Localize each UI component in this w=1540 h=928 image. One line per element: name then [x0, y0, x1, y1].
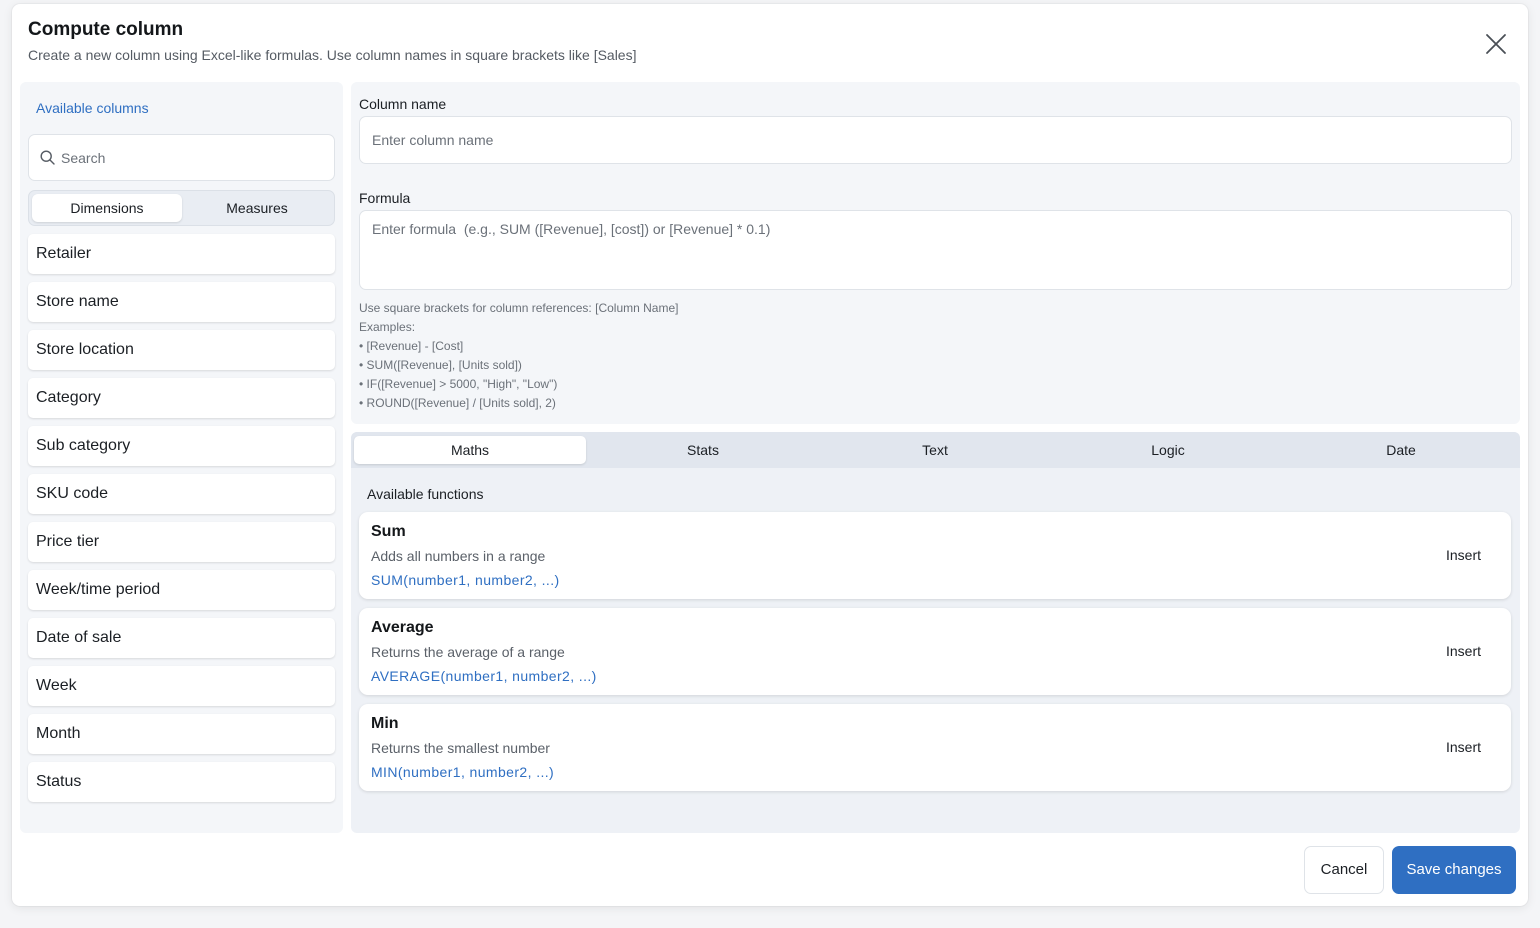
column-item-status[interactable]: Status: [28, 762, 335, 802]
function-card-sum: Sum Adds all numbers in a range SUM(numb…: [359, 512, 1511, 599]
function-description: Adds all numbers in a range: [371, 548, 546, 564]
column-item-week-time-period[interactable]: Week/time period: [28, 570, 335, 610]
segment-dimensions[interactable]: Dimensions: [32, 194, 182, 222]
function-name: Average: [371, 619, 434, 636]
close-button[interactable]: [1482, 30, 1510, 58]
help-line: Use square brackets for column reference…: [359, 301, 679, 315]
function-card-min: Min Returns the smallest number MIN(numb…: [359, 704, 1511, 791]
column-item-date-of-sale[interactable]: Date of sale: [28, 618, 335, 658]
function-syntax: AVERAGE(number1, number2, ...): [371, 668, 597, 684]
help-line: • IF([Revenue] > 5000, "High", "Low"): [359, 377, 558, 391]
insert-min-button[interactable]: Insert: [1446, 739, 1481, 755]
function-category-tabs: Maths Stats Text Logic Date: [351, 432, 1520, 468]
search-box: [28, 134, 335, 181]
column-name-label: Column name: [359, 96, 447, 112]
tab-stats[interactable]: Stats: [587, 436, 819, 464]
column-item-retailer[interactable]: Retailer: [28, 234, 335, 274]
column-name-input[interactable]: [360, 117, 1511, 163]
help-line: • ROUND([Revenue] / [Units sold], 2): [359, 396, 556, 410]
column-item-store-location[interactable]: Store location: [28, 330, 335, 370]
search-input[interactable]: [61, 135, 321, 180]
function-description: Returns the smallest number: [371, 740, 550, 756]
column-item-month[interactable]: Month: [28, 714, 335, 754]
column-list: Retailer Store name Store location Categ…: [28, 234, 335, 810]
function-description: Returns the average of a range: [371, 644, 565, 660]
tab-date[interactable]: Date: [1285, 436, 1517, 464]
column-item-sub-category[interactable]: Sub category: [28, 426, 335, 466]
functions-panel: Maths Stats Text Logic Date Available fu…: [351, 432, 1520, 833]
close-icon: [1486, 34, 1506, 54]
column-item-store-name[interactable]: Store name: [28, 282, 335, 322]
dialog-subtitle: Create a new column using Excel-like for…: [28, 47, 637, 63]
save-changes-button[interactable]: Save changes: [1392, 846, 1516, 894]
tab-text[interactable]: Text: [819, 436, 1051, 464]
help-line: • SUM([Revenue], [Units sold]): [359, 358, 522, 372]
cancel-button[interactable]: Cancel: [1304, 846, 1384, 894]
function-name: Sum: [371, 523, 406, 540]
available-columns-title: Available columns: [36, 100, 149, 116]
segment-measures[interactable]: Measures: [182, 194, 332, 222]
search-icon: [40, 150, 55, 165]
column-type-toggle: Dimensions Measures: [28, 190, 335, 226]
available-functions-title: Available functions: [367, 486, 484, 502]
formula-field: [359, 210, 1512, 290]
column-item-category[interactable]: Category: [28, 378, 335, 418]
column-item-price-tier[interactable]: Price tier: [28, 522, 335, 562]
formula-form-panel: Column name Formula Use square brackets …: [351, 82, 1520, 424]
tab-logic[interactable]: Logic: [1052, 436, 1284, 464]
insert-average-button[interactable]: Insert: [1446, 643, 1481, 659]
function-name: Min: [371, 715, 399, 732]
column-item-week[interactable]: Week: [28, 666, 335, 706]
formula-input[interactable]: [360, 211, 1511, 289]
compute-column-dialog: Compute column Create a new column using…: [12, 4, 1528, 906]
dialog-title: Compute column: [28, 19, 184, 40]
column-name-field: [359, 116, 1512, 164]
help-line: Examples:: [359, 320, 416, 334]
formula-label: Formula: [359, 190, 411, 206]
insert-sum-button[interactable]: Insert: [1446, 547, 1481, 563]
formula-help: Use square brackets for column reference…: [359, 299, 678, 413]
function-syntax: MIN(number1, number2, ...): [371, 764, 555, 780]
function-syntax: SUM(number1, number2, ...): [371, 572, 560, 588]
available-columns-panel: Available columns Dimensions Measures Re…: [20, 82, 343, 833]
tab-maths[interactable]: Maths: [354, 436, 586, 464]
function-card-average: Average Returns the average of a range A…: [359, 608, 1511, 695]
help-line: • [Revenue] - [Cost]: [359, 339, 464, 353]
column-item-sku-code[interactable]: SKU code: [28, 474, 335, 514]
